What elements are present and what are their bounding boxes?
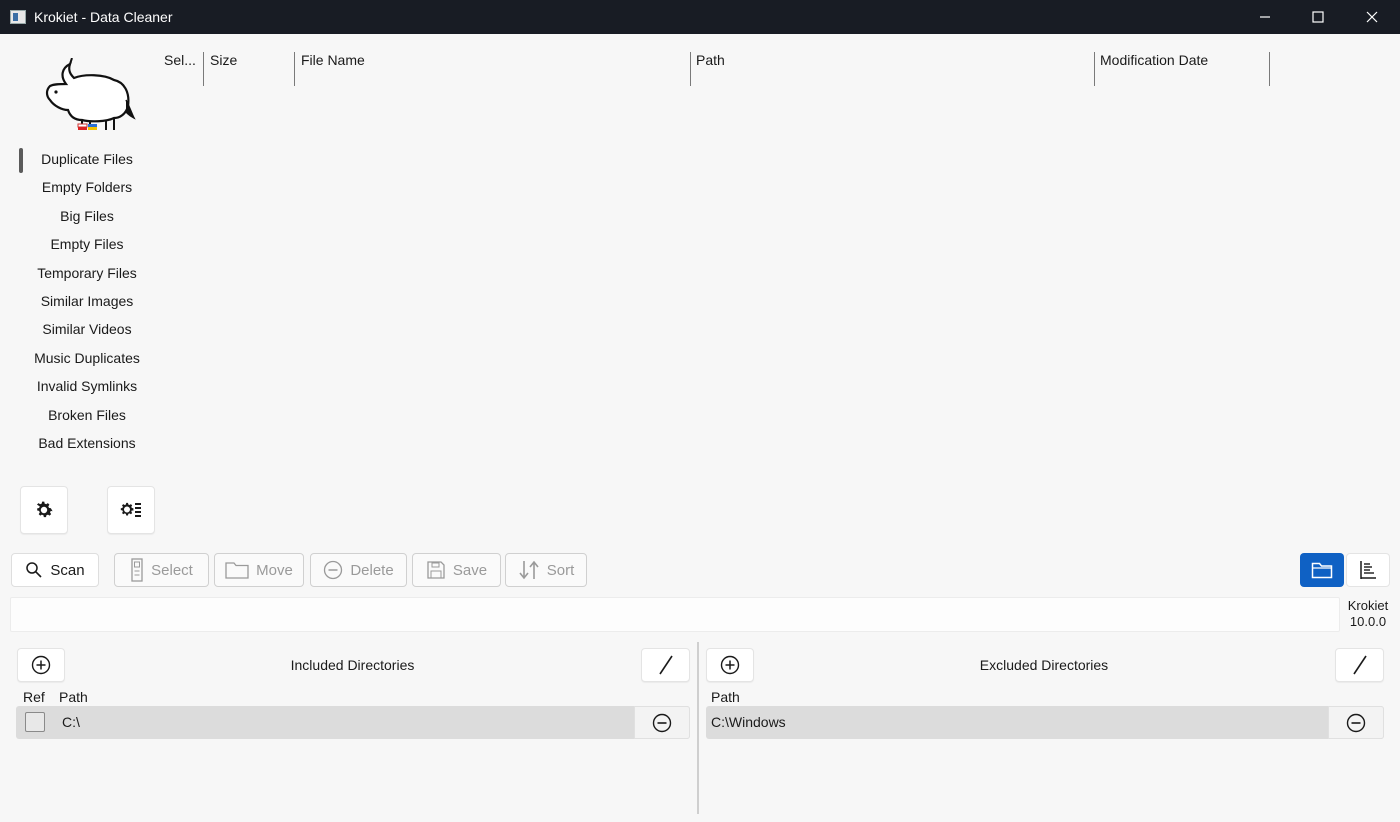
sort-icon [519, 560, 539, 580]
settings-button[interactable] [20, 486, 68, 534]
sidebar-item-empty-folders[interactable]: Empty Folders [16, 173, 158, 201]
sidebar-item-temporary-files[interactable]: Temporary Files [16, 259, 158, 287]
minus-circle-icon [652, 713, 672, 732]
scan-button[interactable]: Scan [11, 553, 99, 587]
panel-splitter[interactable] [697, 642, 699, 814]
text-log-button[interactable] [1346, 553, 1390, 587]
save-button[interactable]: Save [412, 553, 501, 587]
sidebar-item-invalid-symlinks[interactable]: Invalid Symlinks [16, 372, 158, 400]
excluded-directory-path: C:\Windows [711, 714, 786, 730]
reference-checkbox[interactable] [25, 712, 45, 732]
sidebar-item-music-duplicates[interactable]: Music Duplicates [16, 344, 158, 372]
version-number: 10.0.0 [1349, 614, 1387, 629]
save-label: Save [452, 561, 488, 579]
app-icon [10, 10, 26, 24]
sidebar-item-broken-files[interactable]: Broken Files [16, 401, 158, 429]
info-text-area[interactable] [10, 597, 1340, 632]
move-button[interactable]: Move [214, 553, 304, 587]
tool-sidebar: Duplicate Files Empty Folders Big Files … [16, 145, 158, 457]
delete-button[interactable]: Delete [310, 553, 407, 587]
remove-included-directory-button[interactable] [634, 706, 690, 739]
move-label: Move [256, 561, 293, 579]
pencil-icon [658, 655, 673, 675]
sidebar-item-bad-extensions[interactable]: Bad Extensions [16, 429, 158, 457]
window-title: Krokiet - Data Cleaner [34, 9, 173, 25]
column-header-size[interactable]: Size [210, 52, 237, 68]
column-divider[interactable] [1094, 52, 1095, 86]
sidebar-item-similar-images[interactable]: Similar Images [16, 287, 158, 315]
ref-column-label: Ref [23, 689, 45, 705]
delete-label: Delete [350, 561, 394, 579]
column-divider[interactable] [690, 52, 691, 86]
edit-excluded-directories-button[interactable] [1335, 648, 1384, 682]
save-icon [427, 561, 445, 579]
add-included-directory-button[interactable] [17, 648, 65, 682]
column-header-file-name[interactable]: File Name [301, 52, 365, 68]
app-name: Krokiet [1347, 598, 1389, 613]
edit-included-directories-button[interactable] [641, 648, 690, 682]
directories-panel-button[interactable] [1300, 553, 1344, 587]
select-icon [131, 558, 143, 582]
title-bar: Krokiet - Data Cleaner [0, 0, 1400, 34]
included-directories-title: Included Directories [290, 657, 415, 673]
sidebar-item-similar-videos[interactable]: Similar Videos [16, 315, 158, 343]
sort-button[interactable]: Sort [505, 553, 587, 587]
column-divider[interactable] [294, 52, 295, 86]
plus-circle-icon [31, 655, 51, 675]
pencil-icon [1352, 655, 1367, 675]
maximize-icon [1312, 11, 1324, 23]
krokiet-logo-icon [45, 58, 136, 130]
log-lines-icon [1360, 561, 1376, 579]
gear-list-icon [120, 502, 141, 517]
close-button[interactable] [1345, 0, 1399, 34]
column-divider[interactable] [203, 52, 204, 86]
included-directory-path: C:\ [62, 714, 80, 730]
column-header-path[interactable]: Path [696, 52, 725, 68]
included-path-column-label: Path [59, 689, 88, 705]
maximize-button[interactable] [1291, 0, 1345, 34]
minus-circle-icon [1346, 713, 1366, 732]
scan-label: Scan [50, 561, 85, 579]
excluded-path-column-label: Path [711, 689, 740, 705]
folder-icon [225, 562, 249, 579]
minus-circle-icon [324, 560, 343, 580]
search-icon [26, 562, 42, 578]
sidebar-item-big-files[interactable]: Big Files [16, 202, 158, 230]
folder-icon [1311, 562, 1333, 579]
add-excluded-directory-button[interactable] [706, 648, 754, 682]
excluded-directories-title: Excluded Directories [979, 657, 1109, 673]
tool-settings-button[interactable] [107, 486, 155, 534]
remove-excluded-directory-button[interactable] [1328, 706, 1384, 739]
sidebar-item-empty-files[interactable]: Empty Files [16, 230, 158, 258]
sort-label: Sort [546, 561, 575, 579]
column-header-select[interactable]: Sel... [164, 52, 196, 68]
column-divider[interactable] [1269, 52, 1270, 86]
column-header-modification-date[interactable]: Modification Date [1100, 52, 1208, 68]
excluded-directory-row[interactable]: C:\Windows [706, 706, 1384, 739]
gear-icon [36, 501, 53, 518]
select-button[interactable]: Select [114, 553, 209, 587]
close-icon [1366, 11, 1378, 23]
select-label: Select [151, 561, 193, 579]
version-label: Krokiet 10.0.0 [1340, 598, 1396, 630]
plus-circle-icon [720, 655, 740, 675]
minimize-icon [1260, 16, 1270, 18]
included-directory-row[interactable]: C:\ [16, 706, 690, 739]
minimize-button[interactable] [1238, 0, 1292, 34]
sidebar-item-duplicate-files[interactable]: Duplicate Files [16, 145, 158, 174]
